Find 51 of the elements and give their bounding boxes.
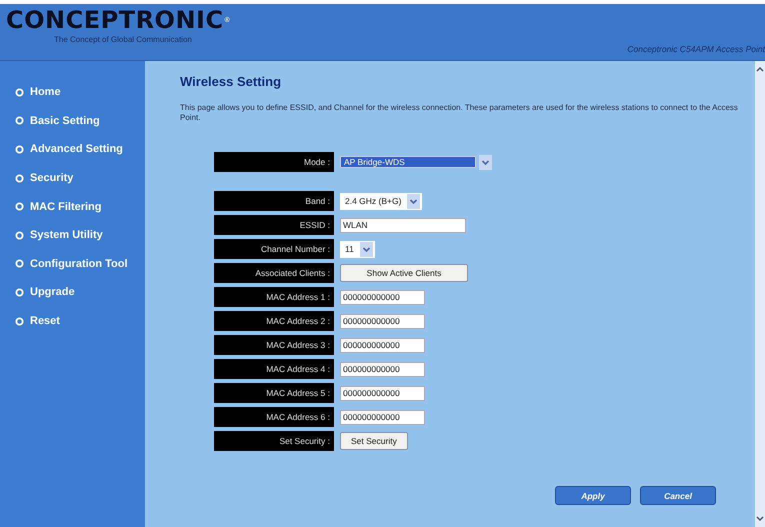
scroll-up-icon[interactable]	[756, 67, 764, 72]
bullet-icon	[15, 202, 24, 212]
nav-link[interactable]: System Utility	[0, 220, 145, 250]
action-button[interactable]: Set Security	[340, 432, 408, 450]
text-field[interactable]: 000000000000	[340, 290, 425, 304]
nav-link[interactable]: Configuration Tool	[0, 250, 145, 278]
field-label: MAC Address 1 :	[214, 287, 334, 307]
field-label: MAC Address 4 :	[214, 359, 334, 379]
dropdown[interactable]: 2.4 GHz (B+G)	[340, 192, 422, 210]
text-field[interactable]: 000000000000	[340, 314, 425, 328]
nav-link[interactable]: MAC Filtering	[0, 192, 145, 221]
page-title: Wireless Setting	[180, 74, 282, 89]
bullet-icon	[15, 259, 24, 268]
bullet-icon	[15, 116, 24, 126]
field-label: Associated Clients :	[214, 263, 334, 283]
bullet-icon	[15, 230, 24, 240]
field-label: MAC Address 2 :	[214, 311, 334, 331]
nav-link[interactable]: Security	[0, 164, 145, 192]
field-label: Set Security :	[214, 431, 334, 451]
product-name: Conceptronic C54APM Access Point	[627, 44, 765, 56]
text-field[interactable]: WLAN	[340, 218, 466, 232]
nav-link[interactable]: Basic Setting	[0, 106, 145, 136]
text-field[interactable]: 000000000000	[340, 362, 425, 376]
bullet-icon	[15, 288, 24, 297]
logo: CONCEPTRONIC$^{®}$	[6, 6, 232, 34]
field-label: MAC Address 3 :	[214, 335, 334, 355]
scrollbar[interactable]	[755, 61, 765, 527]
scroll-down-icon[interactable]	[756, 516, 764, 521]
bullet-icon	[15, 144, 24, 154]
nav-link[interactable]: Upgrade	[0, 278, 145, 307]
field-label: ESSID :	[214, 215, 334, 235]
page-description: This page allows you to define ESSID, and Channel for the wireless connection. These parameters are used for the wireless stations to connect to the Access Point.	[180, 103, 739, 123]
form-button[interactable]: Apply	[555, 486, 631, 505]
tagline: The Concept of Global Communication	[54, 35, 193, 44]
text-field[interactable]: 000000000000	[340, 386, 425, 400]
field-label: Mode :	[214, 152, 334, 172]
form-button[interactable]: Cancel	[640, 486, 716, 505]
bullet-icon	[15, 174, 24, 183]
action-button[interactable]: Show Active Clients	[340, 264, 468, 282]
nav-link[interactable]: Home	[0, 78, 145, 107]
field-label: Channel Number :	[214, 239, 334, 259]
nav-link[interactable]: Reset	[0, 306, 145, 336]
field-label: Band :	[214, 191, 334, 211]
field-label: MAC Address 5 :	[214, 383, 334, 403]
text-field[interactable]: 000000000000	[340, 338, 425, 352]
field-label: MAC Address 6 :	[214, 407, 334, 427]
text-field[interactable]: 000000000000	[340, 410, 425, 424]
nav-link[interactable]: Advanced Setting	[0, 135, 145, 164]
bullet-icon	[15, 316, 24, 326]
dropdown[interactable]: 11	[340, 240, 375, 258]
bullet-icon	[15, 88, 24, 97]
